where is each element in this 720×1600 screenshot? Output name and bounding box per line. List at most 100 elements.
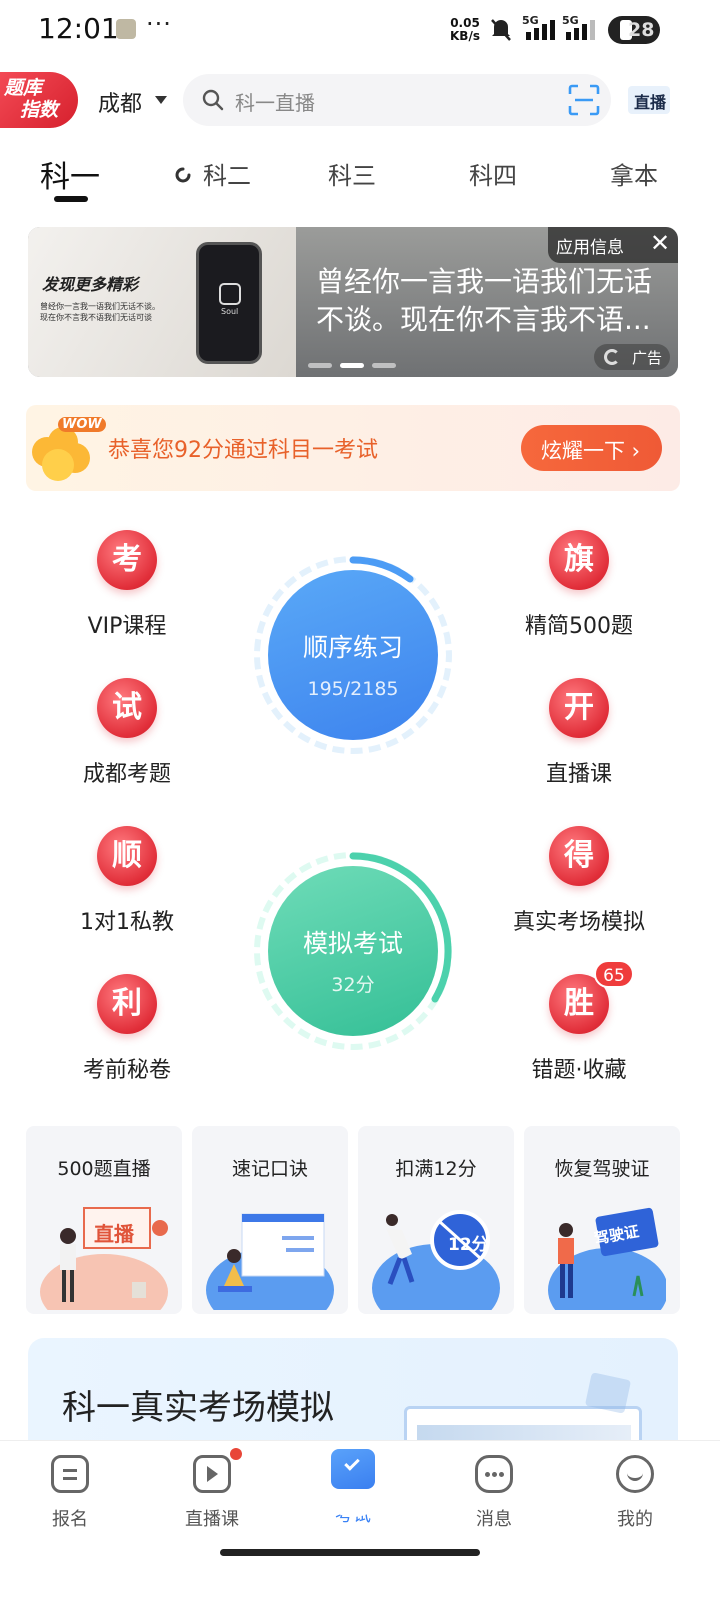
show-off-button[interactable]: 炫耀一下 › xyxy=(521,425,662,471)
nav-profile[interactable]: 我的 xyxy=(585,1455,685,1531)
carousel-dot-1[interactable] xyxy=(308,363,332,368)
signal-icon-2 xyxy=(566,20,595,40)
carousel-dot-2[interactable] xyxy=(340,363,364,368)
feature-title: 500题直播 xyxy=(57,1158,151,1180)
carousel-dot-3[interactable] xyxy=(372,363,396,368)
feature-card-restore-license[interactable]: 恢复驾驶证 驾驶证 xyxy=(524,1126,680,1314)
phone-illustration: Soul xyxy=(196,242,262,364)
ad-image-subtitle: 曾经你一言我一语我们无话不谈。 现在你不言我不语我们无话可谈 xyxy=(40,301,190,323)
nav-messages-label: 消息 xyxy=(476,1509,512,1530)
tab-ke1[interactable]: 科一 xyxy=(40,152,100,196)
ad-image-title: 发现更多精彩 xyxy=(42,275,139,294)
congrats-text: 恭喜您92分通过科目一考试 xyxy=(108,438,378,463)
secret-paper-label[interactable]: 考前秘卷 xyxy=(27,1052,227,1084)
battery-icon: 28 xyxy=(608,16,660,44)
ad-info-label: 应用信息 xyxy=(556,238,624,258)
qi-icon[interactable]: 旗 xyxy=(549,530,609,590)
refresh-icon xyxy=(604,349,620,365)
real-exam-sim-label[interactable]: 真实考场模拟 xyxy=(479,904,679,936)
logo-line-1: 题库 xyxy=(4,77,43,99)
search-icon xyxy=(202,89,224,111)
more-notifications-icon: ··· xyxy=(146,10,172,38)
vip-course-label[interactable]: VIP课程 xyxy=(27,608,227,640)
network-speed: 0.05 KB/s xyxy=(450,17,480,43)
tv-icon xyxy=(193,1448,242,1493)
ad-image-subtitle-line-2: 现在你不言我不语我们无话可谈 xyxy=(40,313,152,322)
signal-icon-1 xyxy=(526,20,555,40)
ad-headline-line-1: 曾经你一言我一语我们无话 xyxy=(316,265,653,298)
shun-icon[interactable]: 顺 xyxy=(97,826,157,886)
nav-live-class-label: 直播课 xyxy=(185,1509,239,1530)
ad-info-button[interactable]: 应用信息 ✕ xyxy=(548,227,678,263)
live-art-text: 直播 xyxy=(94,1222,134,1246)
sequential-practice-title: 顺序练习 xyxy=(302,633,403,662)
caret-down-icon[interactable] xyxy=(155,96,167,104)
feature-card-12-points[interactable]: 扣满12分 12分 xyxy=(358,1126,514,1314)
status-bar: 12:01 ··· 0.05 KB/s 5G 5G 28 xyxy=(0,0,720,60)
tab-ke3[interactable]: 科三 xyxy=(328,156,376,191)
ad-image: 发现更多精彩 曾经你一言我一语我们无话不谈。 现在你不言我不语我们无话可谈 So… xyxy=(28,227,296,377)
ad-headline-line-2: 不谈。现在你不言我不语... xyxy=(316,303,651,336)
mnemonics-illustration xyxy=(206,1213,334,1310)
tab-naben[interactable]: 拿本 xyxy=(610,156,658,191)
home-indicator[interactable] xyxy=(220,1549,480,1556)
app-logo[interactable]: 题库 指数 xyxy=(0,72,78,128)
tab-ke4[interactable]: 科四 xyxy=(469,156,517,191)
twelve-points-art-text: 12分 xyxy=(448,1235,489,1255)
mute-bell-icon xyxy=(491,19,511,41)
feature-card-500-live[interactable]: 500题直播 直播 xyxy=(26,1126,182,1314)
sequential-practice-button[interactable]: 顺序练习 195/2185 xyxy=(268,570,438,740)
mistakes-count-badge: 65 xyxy=(594,960,634,988)
nav-register-label: 报名 xyxy=(52,1509,88,1530)
phone-app-name: Soul xyxy=(221,307,239,316)
exam-folder-icon xyxy=(331,1449,375,1489)
congrats-banner[interactable]: WOW 恭喜您92分通过科目一考试 炫耀一下 › xyxy=(26,405,680,491)
sequential-practice-progress: 195/2185 xyxy=(307,678,399,700)
real-exam-card[interactable]: 科一真实考场模拟 xyxy=(28,1338,678,1448)
nav-register[interactable]: 报名 xyxy=(20,1455,120,1531)
search-bar[interactable]: 科一直播 xyxy=(183,74,611,126)
ad-image-subtitle-line-1: 曾经你一言我一语我们无话不谈。 xyxy=(40,302,160,311)
live-broadcast-illustration xyxy=(40,1207,168,1310)
soul-logo-icon xyxy=(219,283,241,305)
tab-ke2[interactable]: 科二 xyxy=(203,156,251,191)
active-tab-indicator xyxy=(54,196,88,202)
compact-500-label[interactable]: 精简500题 xyxy=(479,608,679,640)
wow-flower-icon: WOW xyxy=(26,415,106,487)
feature-title: 扣满12分 xyxy=(395,1158,477,1180)
ad-tag-label: 广告 xyxy=(632,349,663,367)
search-input[interactable]: 科一直播 xyxy=(235,87,315,116)
private-tutor-label[interactable]: 1对1私教 xyxy=(27,904,227,936)
kai-icon[interactable]: 开 xyxy=(549,678,609,738)
feature-title: 速记口诀 xyxy=(231,1158,308,1180)
driving-license-illustration xyxy=(548,1207,666,1310)
mistakes-favorites-label[interactable]: 错题·收藏 xyxy=(479,1052,679,1084)
nav-messages[interactable]: 消息 xyxy=(444,1455,544,1531)
nav-exam[interactable]: 考试 xyxy=(303,1441,403,1527)
li-icon[interactable]: 利 xyxy=(97,974,157,1034)
live-entry-icon[interactable]: 直播 xyxy=(628,86,670,114)
feature-card-mnemonics[interactable]: 速记口诀 xyxy=(192,1126,348,1314)
feature-title: 恢复驾驶证 xyxy=(554,1158,650,1180)
de-icon[interactable]: 得 xyxy=(549,826,609,886)
real-exam-card-title: 科一真实考场模拟 xyxy=(62,1388,334,1428)
ad-tag: 广告 xyxy=(594,344,670,370)
mock-exam-button[interactable]: 模拟考试 32分 xyxy=(268,866,438,1036)
loading-icon xyxy=(175,167,191,183)
ad-banner[interactable]: 发现更多精彩 曾经你一言我一语我们无话不谈。 现在你不言我不语我们无话可谈 So… xyxy=(28,227,678,377)
city-selector[interactable]: 成都 xyxy=(98,86,142,118)
live-class-label[interactable]: 直播课 xyxy=(479,756,679,788)
wow-text: WOW xyxy=(58,417,106,432)
ad-headline: 曾经你一言我一语我们无话 不谈。现在你不言我不语... xyxy=(316,263,676,339)
app-screen: 12:01 ··· 0.05 KB/s 5G 5G 28 题库 指数 成都 科一… xyxy=(0,0,720,1600)
close-icon[interactable]: ✕ xyxy=(650,229,670,257)
mock-exam-title: 模拟考试 xyxy=(302,929,403,958)
chengdu-questions-label[interactable]: 成都考题 xyxy=(27,756,227,788)
bottom-navigation: 报名 直播课 考试 消息 xyxy=(0,1440,720,1600)
shi-icon[interactable]: 试 xyxy=(97,678,157,738)
notification-dot xyxy=(230,1448,242,1460)
kao-icon[interactable]: 考 xyxy=(97,530,157,590)
mock-exam-score: 32分 xyxy=(331,974,375,996)
nav-live-class[interactable]: 直播课 xyxy=(162,1448,262,1531)
scan-icon[interactable] xyxy=(567,83,601,117)
